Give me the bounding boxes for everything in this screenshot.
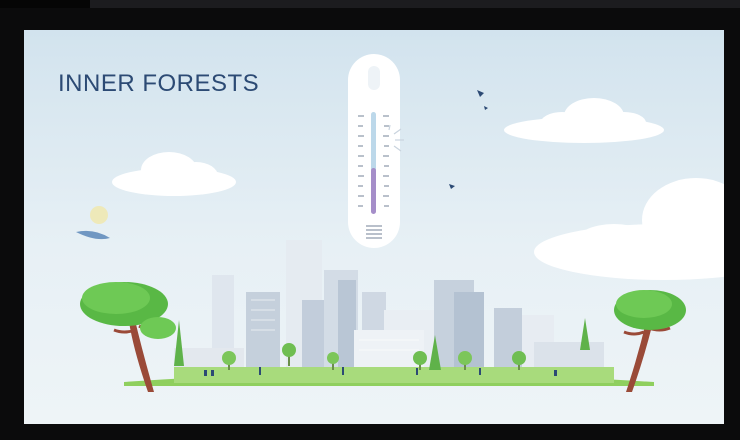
letterbox-top-highlight: [90, 0, 740, 8]
cloud-icon: [504, 98, 664, 143]
thermometer-icon: [348, 54, 404, 248]
cloud-icon: [534, 178, 724, 280]
tree-icon: [80, 282, 176, 392]
cloud-icon: [112, 152, 236, 196]
video-frame[interactable]: INNER FORESTS: [24, 30, 724, 424]
park-lawn: [174, 367, 614, 383]
tree-icon: [614, 290, 686, 392]
sun-icon: [76, 206, 110, 240]
video-title: INNER FORESTS: [58, 70, 260, 97]
bird-icon: [449, 90, 488, 189]
